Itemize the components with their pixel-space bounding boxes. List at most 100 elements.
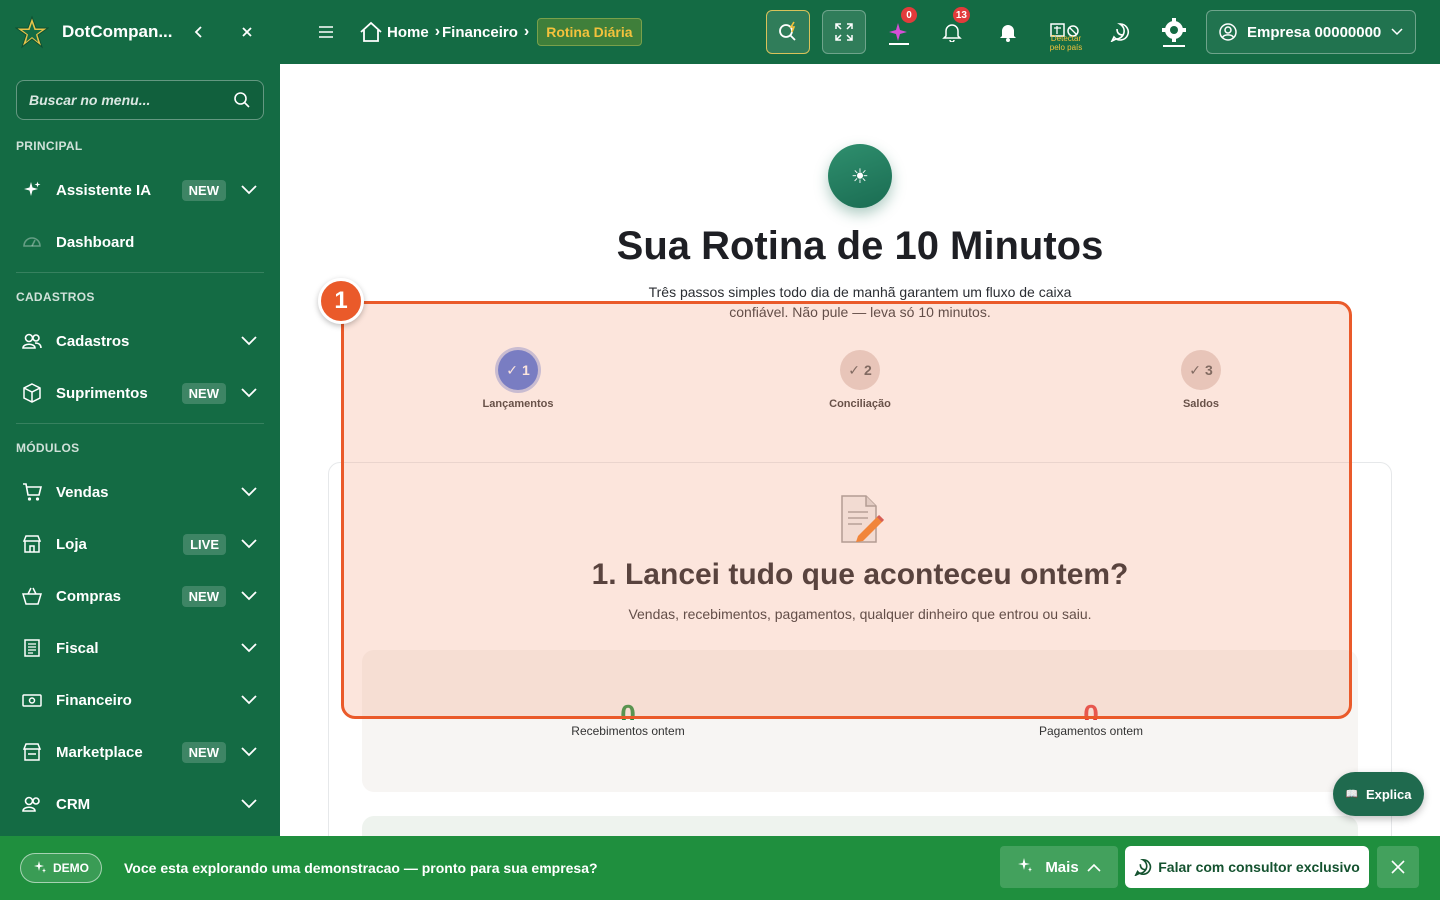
sidebar-item-vendas[interactable]: Vendas	[0, 466, 280, 518]
top-bar: Home › Financeiro › Rotina Diária 0 13 D…	[280, 0, 1440, 64]
company-name: Empresa 00000000	[1247, 23, 1382, 41]
menu-search-placeholder: Buscar no menu...	[29, 92, 151, 108]
user-circle-icon	[1219, 23, 1237, 41]
chevron-down-icon	[240, 535, 258, 553]
sun-icon: ☀	[828, 144, 892, 208]
logo-star-icon	[14, 14, 50, 50]
sidebar-item-fiscal[interactable]: Fiscal	[0, 622, 280, 674]
cart-icon	[22, 482, 42, 502]
explica-button[interactable]: 📖 Explica	[1333, 772, 1424, 816]
talk-to-consultant-button[interactable]: Falar com consultor exclusivo	[1125, 846, 1369, 888]
marketplace-icon	[22, 742, 42, 762]
breadcrumb-financeiro[interactable]: Financeiro	[442, 24, 518, 41]
settings-button[interactable]	[1152, 10, 1196, 54]
breadcrumb-separator: ›	[523, 23, 530, 40]
expand-icon	[835, 23, 853, 41]
sidebar-item-assistente-ia[interactable]: Assistente IA NEW	[0, 164, 280, 216]
notifications-button[interactable]: 13	[930, 7, 974, 54]
next-panel	[362, 816, 1358, 836]
sparkle-icon	[1017, 857, 1033, 877]
quick-search-button[interactable]	[766, 10, 810, 54]
sidebar: DotCompan... Buscar no menu... PRINCIPAL…	[0, 0, 280, 900]
section-cadastros: CADASTROS	[16, 290, 95, 304]
home-icon	[360, 21, 382, 42]
sidebar-header: DotCompan...	[0, 0, 280, 64]
live-badge: LIVE	[183, 533, 226, 555]
notification-count-badge: 13	[952, 7, 970, 23]
tutorial-highlight-box	[341, 301, 1352, 719]
page-title: Sua Rotina de 10 Minutos	[616, 224, 1104, 268]
section-modulos: MÓDULOS	[16, 441, 80, 455]
sidebar-item-cadastros[interactable]: Cadastros	[0, 315, 280, 367]
brand-name: DotCompan...	[62, 22, 173, 41]
new-badge: NEW	[181, 585, 226, 607]
breadcrumb: Home › Financeiro › Rotina Diária	[359, 18, 642, 46]
close-banner-button[interactable]	[1377, 846, 1419, 888]
sidebar-item-dashboard[interactable]: Dashboard	[0, 216, 280, 268]
stat-label: Pagamentos ontem	[1038, 724, 1144, 738]
sidebar-item-financeiro[interactable]: Financeiro	[0, 674, 280, 726]
chevron-up-icon	[1087, 859, 1101, 876]
chevron-down-icon	[240, 639, 258, 657]
breadcrumb-home[interactable]: Home	[387, 24, 429, 41]
new-badge: NEW	[181, 741, 226, 763]
sparkle-icon	[33, 860, 47, 877]
alerts-button[interactable]	[986, 10, 1030, 54]
demo-message: Voce esta explorando uma demonstracao — …	[124, 860, 598, 876]
chevron-down-icon	[240, 384, 258, 402]
demo-banner: DEMO Voce esta explorando uma demonstrac…	[0, 836, 1440, 900]
users-icon	[22, 331, 42, 351]
breadcrumb-current: Rotina Diária	[537, 18, 642, 46]
stat-label: Recebimentos ontem	[571, 724, 685, 738]
collapse-sidebar-button[interactable]	[184, 17, 214, 47]
sparkle-icon	[22, 180, 42, 200]
bell-filled-icon	[1000, 25, 1016, 42]
gear-icon	[1162, 18, 1186, 47]
store-icon	[22, 534, 42, 554]
sidebar-item-loja[interactable]: Loja LIVE	[0, 518, 280, 570]
mais-button[interactable]: Mais	[1000, 846, 1118, 888]
chevron-down-icon	[1391, 28, 1403, 36]
whatsapp-icon	[1110, 23, 1129, 42]
chevron-left-icon	[194, 26, 202, 38]
close-sidebar-button[interactable]	[232, 17, 262, 47]
new-badge: NEW	[181, 382, 226, 404]
sidebar-item-marketplace[interactable]: Marketplace NEW	[0, 726, 280, 778]
book-icon: 📖	[1345, 788, 1358, 800]
hamburger-menu-button[interactable]	[311, 17, 341, 47]
menu-search-input[interactable]: Buscar no menu...	[16, 80, 264, 120]
chevron-down-icon	[240, 691, 258, 709]
sidebar-item-crm[interactable]: CRM	[0, 778, 280, 830]
chevron-down-icon	[240, 795, 258, 813]
box-icon	[22, 383, 42, 403]
new-badge: NEW	[181, 179, 226, 201]
detect-country-label: Detectar pelo país	[1049, 34, 1083, 52]
whatsapp-icon	[1134, 858, 1152, 876]
chevron-down-icon	[240, 181, 258, 199]
divider	[16, 423, 264, 424]
sidebar-item-compras[interactable]: Compras NEW	[0, 570, 280, 622]
chevron-down-icon	[240, 743, 258, 761]
bell-icon	[942, 24, 962, 42]
close-icon	[242, 27, 252, 37]
ai-sparkle-button[interactable]: 0	[877, 7, 921, 54]
crm-icon	[22, 794, 42, 814]
whatsapp-button[interactable]	[1098, 10, 1142, 54]
fullscreen-button[interactable]	[822, 10, 866, 54]
menu-icon	[319, 26, 333, 38]
section-principal: PRINCIPAL	[16, 139, 83, 153]
company-selector[interactable]: Empresa 00000000	[1206, 10, 1416, 54]
search-icon	[234, 92, 250, 108]
demo-badge: DEMO	[20, 853, 102, 883]
chevron-down-icon	[240, 332, 258, 350]
search-bolt-icon	[779, 21, 796, 41]
close-icon	[1391, 860, 1405, 874]
sidebar-item-suprimentos[interactable]: Suprimentos NEW	[0, 367, 280, 419]
receipt-icon	[22, 638, 42, 658]
chevron-down-icon	[240, 587, 258, 605]
tutorial-step-number: 1	[318, 278, 364, 324]
money-icon	[22, 690, 42, 710]
basket-icon	[22, 586, 42, 606]
breadcrumb-separator: ›	[434, 23, 441, 40]
chevron-down-icon	[240, 483, 258, 501]
